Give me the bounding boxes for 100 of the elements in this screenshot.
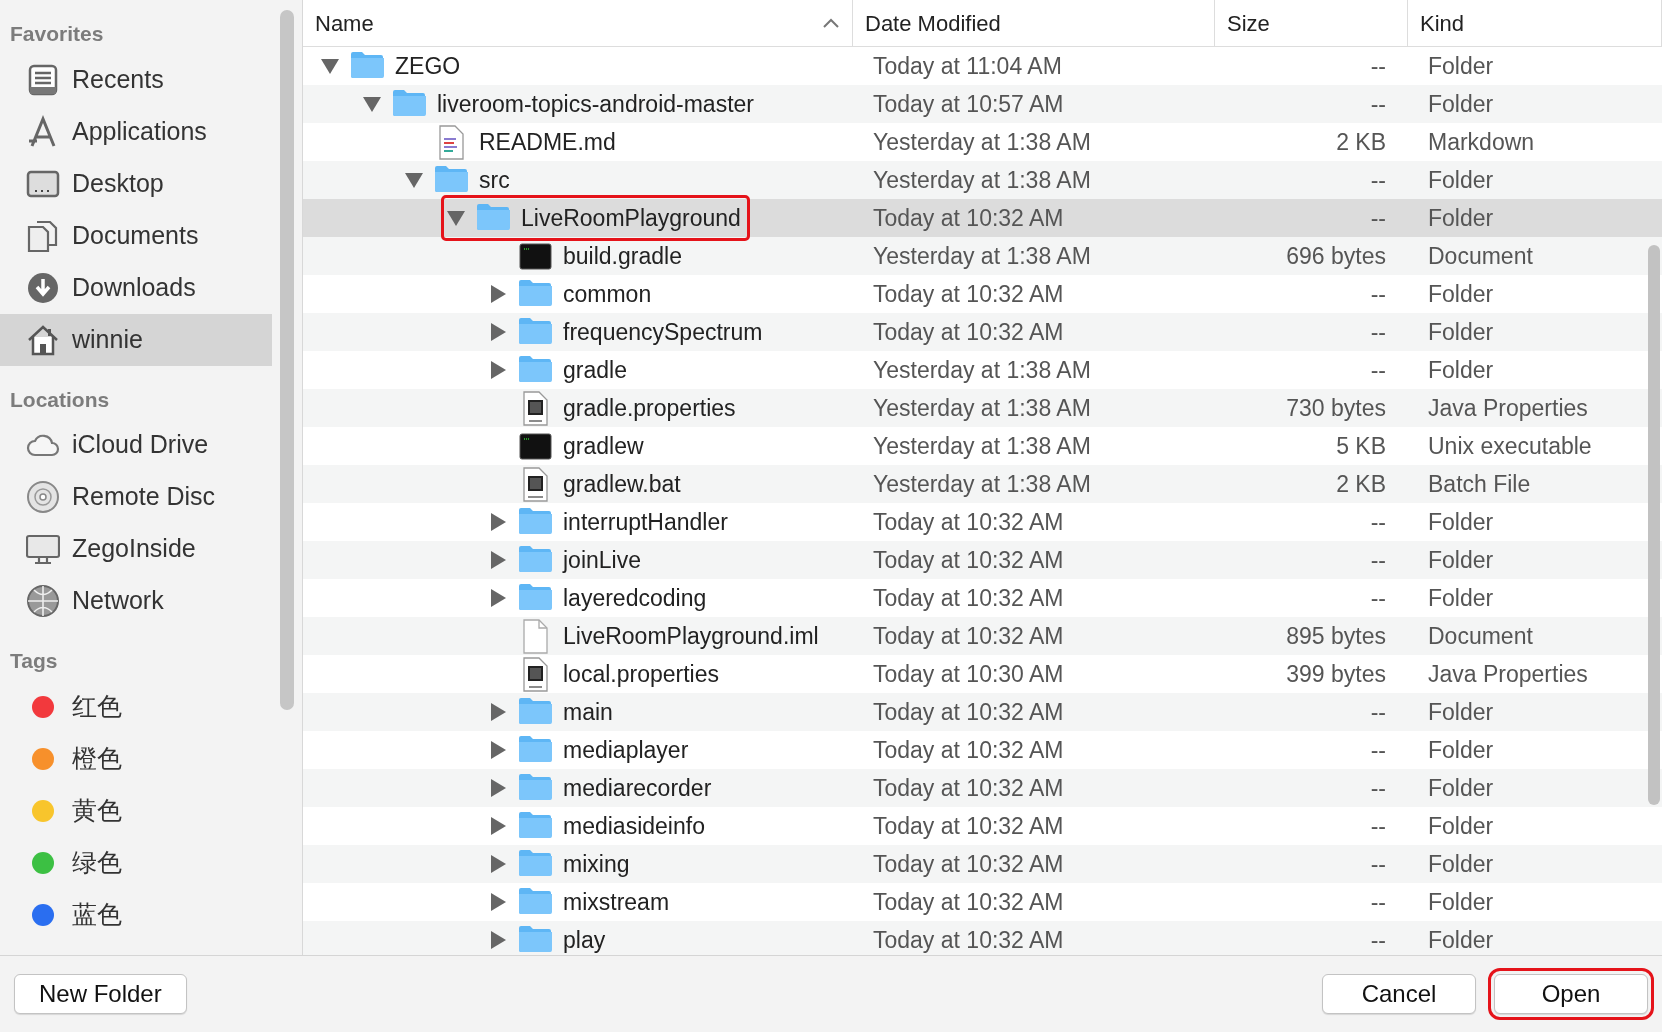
- date-cell-text: Today at 10:32 AM: [872, 887, 1065, 917]
- disc-icon: [26, 480, 60, 514]
- size-cell-text: --: [1369, 203, 1387, 233]
- right-triangle-icon[interactable]: [488, 360, 508, 380]
- kind-cell-text: Folder: [1427, 887, 1495, 917]
- date-cell-text: Today at 10:32 AM: [872, 849, 1065, 879]
- sidebar-item[interactable]: Downloads: [0, 261, 272, 314]
- size-cell-text: 730 bytes: [1285, 393, 1387, 423]
- kind-cell-text: Folder: [1427, 165, 1495, 195]
- dialog-button[interactable]: Cancel: [1322, 974, 1476, 1014]
- file-row[interactable]: gradle.properties Yesterday at 1:38 AM 730 bytes Java Properties: [303, 389, 1662, 427]
- column-header[interactable]: Date Modified: [853, 0, 1215, 46]
- date-cell-text: Yesterday at 1:38 AM: [872, 127, 1092, 157]
- size-cell-text: --: [1369, 51, 1387, 81]
- date-cell-text: Today at 10:57 AM: [872, 89, 1065, 119]
- size-cell-text: --: [1369, 887, 1387, 917]
- right-triangle-icon[interactable]: [488, 778, 508, 798]
- date-cell-text: Yesterday at 1:38 AM: [872, 241, 1092, 271]
- column-header[interactable]: Kind: [1408, 0, 1662, 46]
- size-cell-text: 5 KB: [1335, 431, 1387, 461]
- file-row[interactable]: src Yesterday at 1:38 AM -- Folder: [303, 161, 1662, 199]
- kind-cell-text: Java Properties: [1427, 393, 1589, 423]
- date-cell-text: Today at 11:04 AM: [872, 51, 1063, 81]
- sidebar-item[interactable]: iCloud Drive: [0, 419, 272, 471]
- date-cell-text: Yesterday at 1:38 AM: [872, 469, 1092, 499]
- date-cell-text: Today at 10:32 AM: [872, 621, 1065, 651]
- kind-cell-text: Folder: [1427, 849, 1495, 879]
- sidebar-item[interactable]: Documents: [0, 209, 272, 262]
- sidebar-item[interactable]: ZegoInside: [0, 523, 272, 575]
- right-triangle-icon[interactable]: [488, 854, 508, 874]
- size-cell-text: --: [1369, 735, 1387, 765]
- right-triangle-icon[interactable]: [488, 930, 508, 950]
- sidebar-scrollbar[interactable]: [280, 10, 294, 710]
- date-cell-text: Today at 10:32 AM: [872, 811, 1065, 841]
- kind-cell-text: Java Properties: [1427, 659, 1589, 689]
- sidebar-item[interactable]: Remote Disc: [0, 471, 272, 523]
- sidebar-item[interactable]: 蓝色: [0, 888, 272, 941]
- date-cell-text: Today at 10:32 AM: [872, 735, 1065, 765]
- sidebar-item[interactable]: 绿色: [0, 836, 272, 889]
- monitor-icon: [26, 532, 60, 566]
- right-triangle-icon[interactable]: [488, 702, 508, 722]
- file-row[interactable]: LiveRoomPlayground.iml Today at 10:32 AM 895 bytes Document: [303, 617, 1662, 655]
- sidebar-item[interactable]: winnie: [0, 313, 272, 366]
- date-cell-text: Yesterday at 1:38 AM: [872, 355, 1092, 385]
- file-row[interactable]: liveroom-topics-android-master Today at 10:57 AM -- Folder: [303, 85, 1662, 123]
- size-cell-text: --: [1369, 355, 1387, 385]
- date-cell-text: Today at 10:32 AM: [872, 925, 1065, 955]
- kind-cell-text: Folder: [1427, 279, 1495, 309]
- right-triangle-icon[interactable]: [488, 892, 508, 912]
- sidebar-heading: Locations: [9, 386, 111, 413]
- documents-icon: [26, 218, 60, 253]
- file-row[interactable]: gradlew.bat Yesterday at 1:38 AM 2 KB Batch File: [303, 465, 1662, 503]
- kind-cell-text: Folder: [1427, 89, 1495, 119]
- sidebar-item[interactable]: 橙色: [0, 732, 272, 785]
- tray-icon: [26, 62, 60, 97]
- column-header[interactable]: Name: [303, 0, 853, 46]
- right-triangle-icon[interactable]: [488, 816, 508, 836]
- kind-cell-text: Folder: [1427, 51, 1495, 81]
- date-cell-text: Yesterday at 1:38 AM: [872, 431, 1092, 461]
- sidebar-item[interactable]: Network: [0, 575, 272, 627]
- right-triangle-icon[interactable]: [488, 322, 508, 342]
- file-row[interactable]: build.gradle Yesterday at 1:38 AM 696 bytes Document: [303, 237, 1662, 275]
- file-row[interactable]: frequencySpectrum Today at 10:32 AM -- Folder: [303, 313, 1662, 351]
- dialog-button[interactable]: New Folder: [14, 974, 187, 1014]
- down-triangle-icon[interactable]: [404, 170, 424, 190]
- file-row[interactable]: joinLive Today at 10:32 AM -- Folder: [303, 541, 1662, 579]
- file-row[interactable]: mixing Today at 10:32 AM -- Folder: [303, 845, 1662, 883]
- right-triangle-icon[interactable]: [488, 550, 508, 570]
- file-row[interactable]: main Today at 10:32 AM -- Folder: [303, 693, 1662, 731]
- size-cell-text: --: [1369, 507, 1387, 537]
- kind-cell-text: Folder: [1427, 203, 1495, 233]
- right-triangle-icon[interactable]: [488, 284, 508, 304]
- sidebar-item[interactable]: Recents: [0, 53, 272, 106]
- sidebar-item[interactable]: Applications: [0, 105, 272, 158]
- sidebar-item[interactable]: 红色: [0, 680, 272, 733]
- down-triangle-icon[interactable]: [362, 94, 382, 114]
- down-triangle-icon[interactable]: [446, 208, 466, 228]
- list-scrollbar[interactable]: [1648, 245, 1660, 805]
- file-row[interactable]: mediarecorder Today at 10:32 AM -- Folder: [303, 769, 1662, 807]
- kind-cell-text: Folder: [1427, 507, 1495, 537]
- sidebar-item[interactable]: 黄色: [0, 784, 272, 837]
- right-triangle-icon[interactable]: [488, 512, 508, 532]
- date-cell-text: Today at 10:32 AM: [872, 773, 1065, 803]
- kind-cell-text: Folder: [1427, 811, 1495, 841]
- file-row[interactable]: play Today at 10:32 AM -- Folder: [303, 921, 1662, 955]
- right-triangle-icon[interactable]: [488, 588, 508, 608]
- kind-cell-text: Document: [1427, 621, 1534, 651]
- sidebar-item[interactable]: Desktop: [0, 157, 272, 210]
- date-cell-text: Today at 10:32 AM: [872, 507, 1065, 537]
- down-triangle-icon[interactable]: [320, 56, 340, 76]
- kind-cell-text: Folder: [1427, 773, 1495, 803]
- kind-cell-text: Folder: [1427, 925, 1495, 955]
- date-cell-text: Today at 10:32 AM: [872, 203, 1065, 233]
- right-triangle-icon[interactable]: [488, 740, 508, 760]
- kind-cell-text: Markdown: [1427, 127, 1536, 157]
- date-cell-text: Today at 10:32 AM: [872, 545, 1065, 575]
- kind-cell-text: Document: [1427, 241, 1534, 271]
- size-cell-text: --: [1369, 849, 1387, 879]
- column-header[interactable]: Size: [1215, 0, 1408, 46]
- size-cell-text: 399 bytes: [1285, 659, 1387, 689]
